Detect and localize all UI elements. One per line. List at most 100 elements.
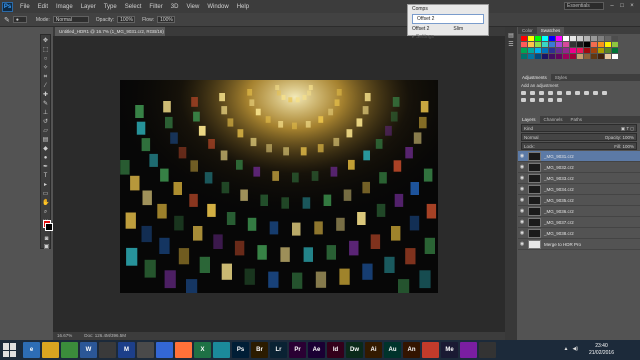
taskbar-app-icon[interactable]: Pr: [289, 342, 306, 358]
taskbar-app-icon[interactable]: Lr: [270, 342, 287, 358]
swatch[interactable]: [521, 42, 527, 47]
healing-brush-tool-icon[interactable]: ✚: [42, 92, 49, 98]
menu-type[interactable]: Type: [100, 4, 121, 10]
zoom-tool-icon[interactable]: ⌕: [42, 209, 49, 215]
marquee-tool-icon[interactable]: ⬚: [42, 47, 49, 53]
taskbar-app-icon[interactable]: Ae: [308, 342, 325, 358]
visibility-eye-icon[interactable]: ◉: [518, 219, 526, 225]
photo-filter-icon[interactable]: [593, 91, 598, 95]
swatch[interactable]: [577, 42, 583, 47]
workspace-select[interactable]: Essentials: [564, 2, 604, 10]
menu-image[interactable]: Image: [52, 4, 77, 10]
document-info[interactable]: Doc: 126.4M/396.5M: [84, 332, 126, 340]
fill-field[interactable]: 100%: [622, 144, 634, 149]
quick-select-tool-icon[interactable]: ✧: [42, 65, 49, 71]
swatch[interactable]: [577, 54, 583, 59]
taskbar-app-icon[interactable]: Id: [327, 342, 344, 358]
visibility-eye-icon[interactable]: ◉: [518, 186, 526, 192]
brush-tool-icon[interactable]: ✎: [4, 16, 10, 24]
move-tool-icon[interactable]: ✥: [42, 38, 49, 44]
taskbar-app-icon[interactable]: Br: [251, 342, 268, 358]
swatch[interactable]: [542, 36, 548, 41]
swatch[interactable]: [542, 42, 548, 47]
taskbar-app-icon[interactable]: An: [403, 342, 420, 358]
taskbar-app-icon[interactable]: X: [194, 342, 211, 358]
posterize-icon[interactable]: [539, 98, 544, 102]
menu-edit[interactable]: Edit: [34, 4, 52, 10]
pen-tool-icon[interactable]: ✒: [42, 164, 49, 170]
taskbar-app-icon[interactable]: [137, 342, 154, 358]
swatch[interactable]: [528, 36, 534, 41]
swatch[interactable]: [556, 54, 562, 59]
eyedropper-tool-icon[interactable]: ⁄: [42, 83, 49, 89]
layer-row[interactable]: ◉ _MG_9032.cr2: [518, 162, 640, 173]
layer-filter-kind[interactable]: Kind ▣ T ◻: [521, 124, 637, 132]
visibility-eye-icon[interactable]: ◉: [518, 230, 526, 236]
tab-paths[interactable]: Paths: [567, 116, 587, 123]
taskbar-app-icon[interactable]: Dw: [346, 342, 363, 358]
swatch[interactable]: [535, 48, 541, 53]
swatch[interactable]: [598, 54, 604, 59]
layer-row[interactable]: ◉ _MG_9035.cr2: [518, 195, 640, 206]
swatch[interactable]: [598, 36, 604, 41]
comps-settings[interactable]: ▸ Settings: [408, 33, 488, 41]
tab-styles[interactable]: Styles: [551, 74, 571, 81]
taskbar-app-icon[interactable]: [460, 342, 477, 358]
hue-saturation-icon[interactable]: [566, 91, 571, 95]
taskbar-app-icon[interactable]: [99, 342, 116, 358]
exposure-icon[interactable]: [548, 91, 553, 95]
blend-mode-select[interactable]: Normal: [524, 134, 539, 140]
taskbar-app-icon[interactable]: Au: [384, 342, 401, 358]
swatch[interactable]: [521, 54, 527, 59]
crop-tool-icon[interactable]: ⌗: [42, 74, 49, 80]
mode-select[interactable]: Normal: [52, 16, 89, 23]
taskbar-app-icon[interactable]: [61, 342, 78, 358]
close-icon[interactable]: ×: [628, 2, 636, 10]
tab-channels[interactable]: Channels: [540, 116, 567, 123]
levels-icon[interactable]: [530, 91, 535, 95]
menu-select[interactable]: Select: [121, 4, 146, 10]
swatch[interactable]: [612, 42, 618, 47]
layer-row[interactable]: ◉ _MG_9037.cr2: [518, 217, 640, 228]
swatch[interactable]: [570, 36, 576, 41]
hand-tool-icon[interactable]: ✋: [42, 200, 49, 206]
swatch[interactable]: [549, 48, 555, 53]
layer-opacity-field[interactable]: 100%: [622, 135, 634, 140]
tab-layers[interactable]: Layers: [518, 116, 540, 123]
swatch[interactable]: [612, 54, 618, 59]
swatch[interactable]: [549, 54, 555, 59]
black-white-icon[interactable]: [584, 91, 589, 95]
swatch[interactable]: [556, 48, 562, 53]
network-icon[interactable]: ▲: [564, 346, 569, 352]
screen-mode-icon[interactable]: ▣: [43, 244, 50, 250]
visibility-eye-icon[interactable]: ◉: [518, 208, 526, 214]
channel-mixer-icon[interactable]: [602, 91, 607, 95]
type-tool-icon[interactable]: T: [42, 173, 49, 179]
swatch[interactable]: [549, 42, 555, 47]
swatch[interactable]: [563, 54, 569, 59]
swatch[interactable]: [563, 48, 569, 53]
document-canvas-image[interactable]: [120, 80, 438, 293]
gradient-tool-icon[interactable]: ▤: [42, 137, 49, 143]
swatch[interactable]: [605, 48, 611, 53]
layer-row[interactable]: ◉ _MG_9038.cr2: [518, 228, 640, 239]
lasso-tool-icon[interactable]: ○: [42, 56, 49, 62]
swatch[interactable]: [591, 48, 597, 53]
brightness-contrast-icon[interactable]: [521, 91, 526, 95]
swatch[interactable]: [528, 48, 534, 53]
swatch[interactable]: [612, 48, 618, 53]
swatch[interactable]: [577, 36, 583, 41]
swatch[interactable]: [549, 36, 555, 41]
menu-view[interactable]: View: [182, 4, 203, 10]
taskbar-app-icon[interactable]: [479, 342, 496, 358]
brush-tool-icon[interactable]: ✎: [42, 101, 49, 107]
swatch[interactable]: [570, 42, 576, 47]
maximize-icon[interactable]: □: [618, 2, 626, 10]
document-tab[interactable]: Untitled_HDR1 @ 16.7% (1_MG_9031.cr2, RG…: [55, 27, 165, 36]
swatch[interactable]: [528, 42, 534, 47]
swatch[interactable]: [605, 42, 611, 47]
taskbar-app-icon[interactable]: Ai: [365, 342, 382, 358]
swatch[interactable]: [535, 36, 541, 41]
vibrance-icon[interactable]: [557, 91, 562, 95]
history-brush-tool-icon[interactable]: ↺: [42, 119, 49, 125]
